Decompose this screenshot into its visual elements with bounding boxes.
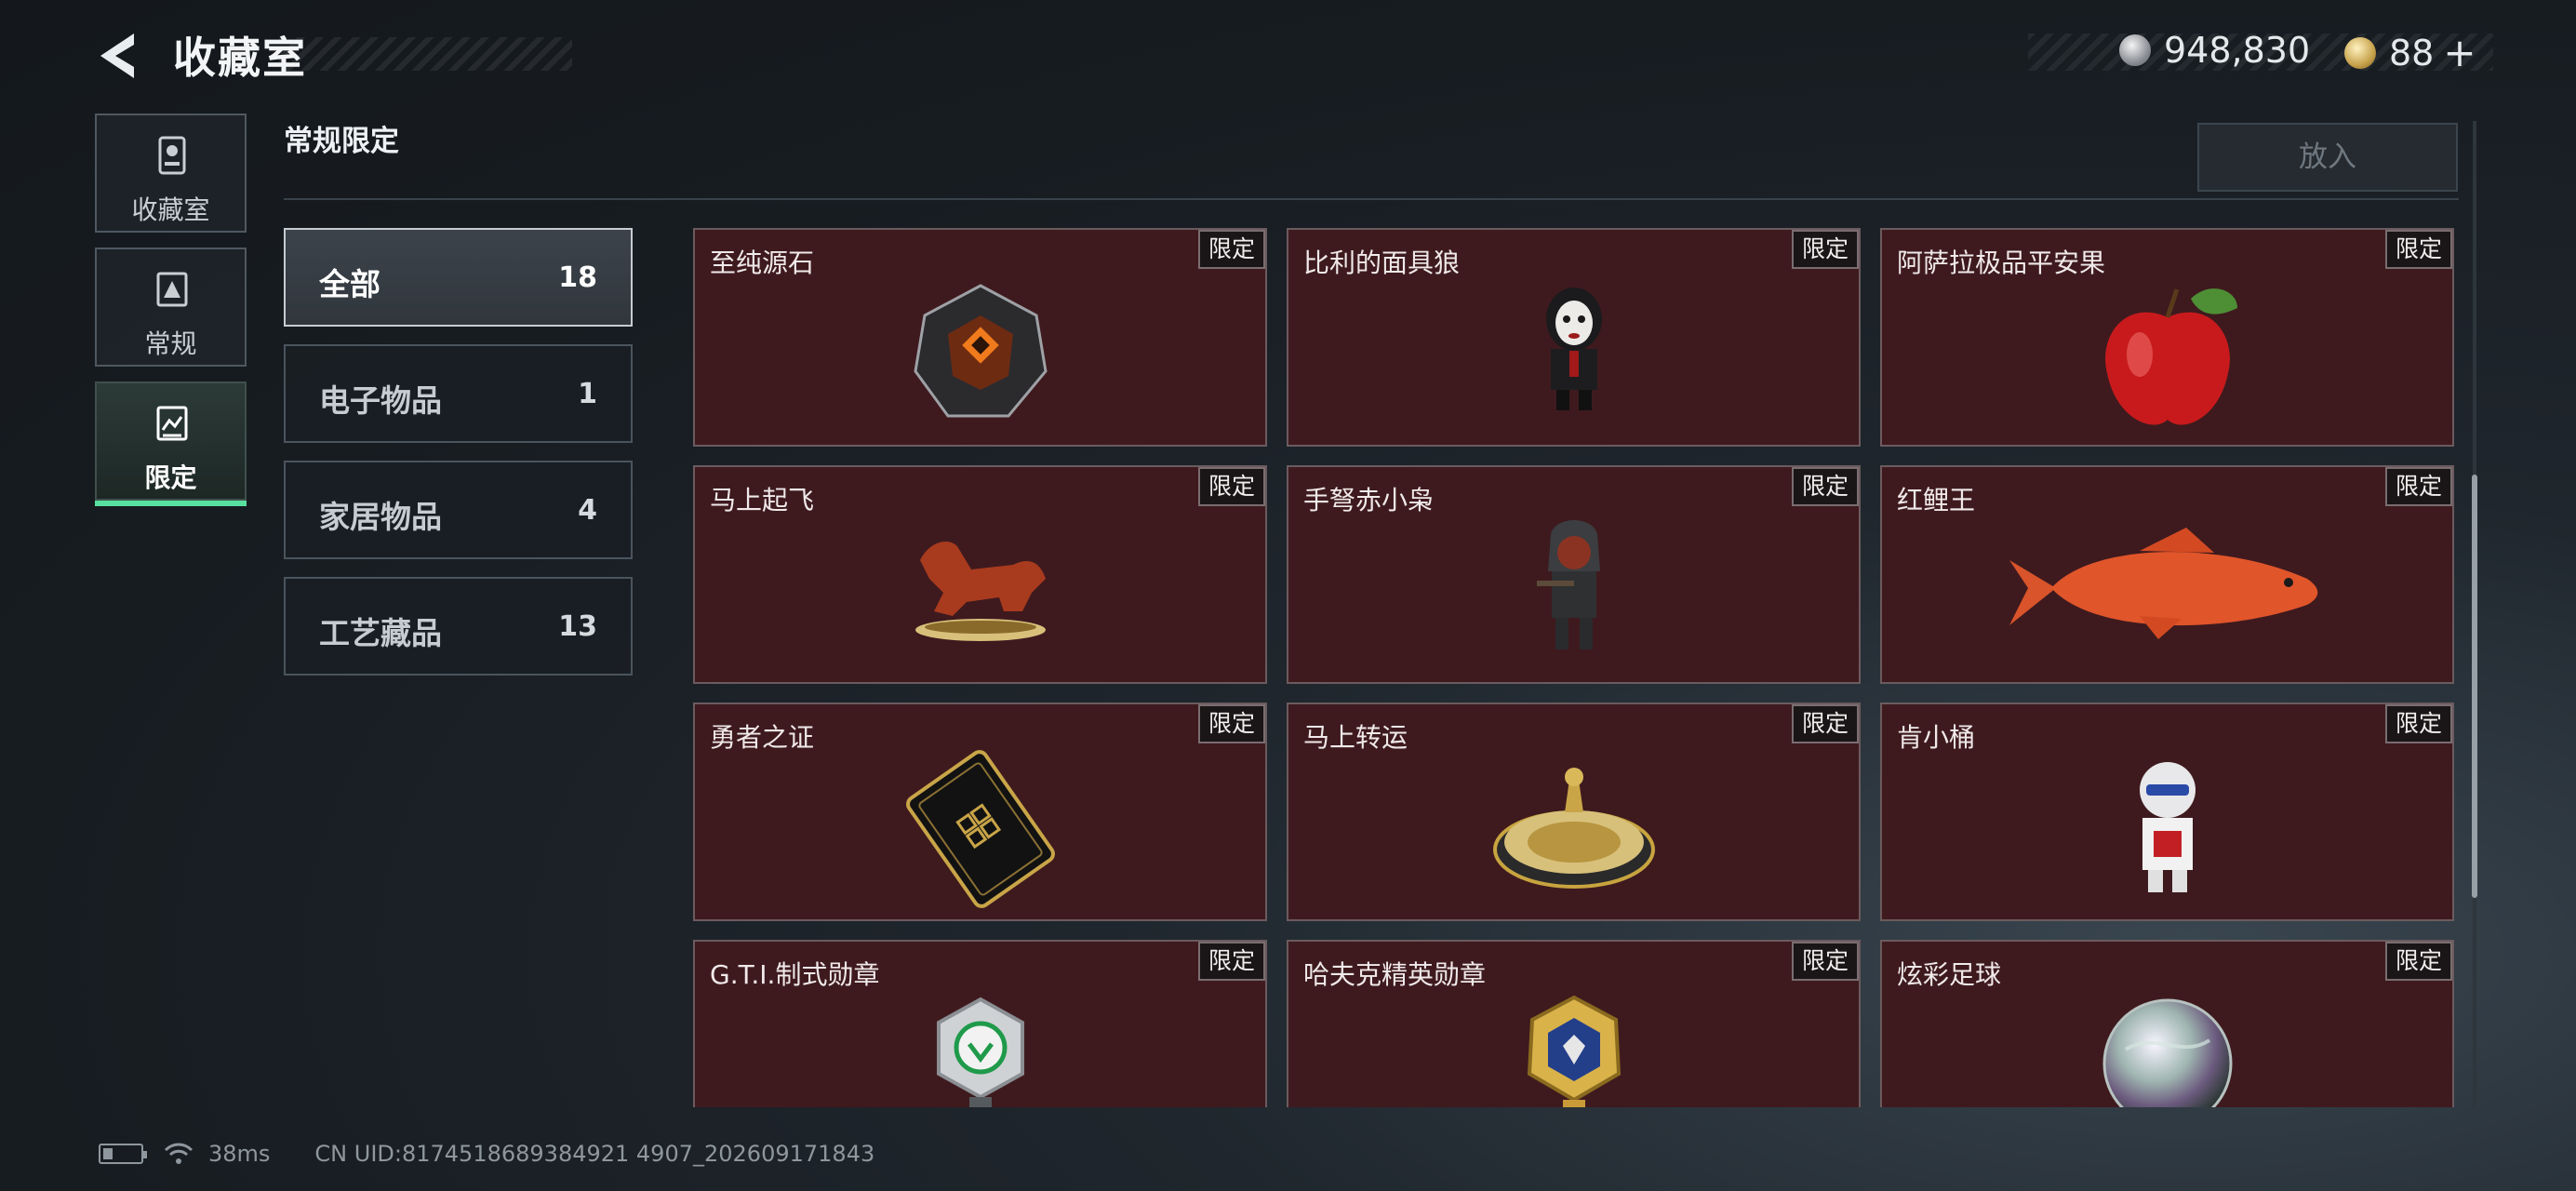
page-title: 收藏室 [173, 33, 307, 83]
category-count: 4 [578, 494, 597, 527]
nav-label: 常规 [144, 328, 197, 359]
limited-badge: 限定 [2385, 230, 2452, 269]
item-name: 马上起飞 [710, 485, 815, 515]
scrollbar-thumb[interactable] [2472, 475, 2477, 898]
item-name: 肯小桶 [1897, 722, 1976, 753]
item-name: 哈夫克精英勋章 [1303, 959, 1487, 990]
silver-amount: 948,830 [2164, 30, 2311, 71]
item-name: 红鲤王 [1897, 485, 1976, 515]
item-name: G.T.I.制式勋章 [710, 959, 880, 990]
item-card[interactable]: 手弩赤小枭 限定 [1287, 465, 1861, 684]
apple-icon [2104, 288, 2237, 425]
item-name: 至纯源石 [710, 248, 815, 278]
category-label: 家居物品 [319, 499, 442, 535]
item-card[interactable]: 勇者之证 限定 [693, 703, 1267, 921]
item-name: 比利的面具狼 [1303, 248, 1461, 278]
limited-badge: 限定 [1792, 230, 1859, 269]
item-card[interactable]: 至纯源石 限定 [693, 228, 1267, 447]
add-gold-button[interactable]: + [2443, 30, 2476, 75]
iridescent-ball-icon [2102, 998, 2232, 1107]
medal-silver-icon [936, 997, 1024, 1107]
medal-gold-icon [1527, 995, 1621, 1107]
nav-item-regular[interactable]: 常规 [95, 248, 247, 367]
item-card[interactable]: 炫彩足球 限定 [1880, 940, 2454, 1107]
gold-amount: 88 [2389, 32, 2435, 74]
back-button[interactable] [93, 28, 149, 84]
wifi-icon [164, 1143, 194, 1164]
category-electronics[interactable]: 电子物品 1 [284, 344, 633, 443]
nav-item-limited[interactable]: 限定 [95, 381, 247, 506]
section-title: 常规限定 [284, 125, 399, 158]
item-card[interactable]: 阿萨拉极品平安果 限定 [1880, 228, 2454, 447]
item-name: 勇者之证 [710, 722, 815, 753]
puppet-figure-icon [1545, 287, 1602, 410]
silver-currency: 948,830 [2119, 30, 2310, 71]
put-in-button[interactable]: 放入 [2197, 123, 2458, 192]
item-card[interactable]: 哈夫克精英勋章 限定 [1287, 940, 1861, 1107]
user-uid: CN UID:8174518689384921 4907_20260917184… [314, 1141, 875, 1167]
item-card[interactable]: 马上转运 限定 [1287, 703, 1861, 921]
category-label: 工艺藏品 [319, 615, 442, 651]
item-card[interactable]: 红鲤王 限定 [1880, 465, 2454, 684]
card-icon [905, 749, 1055, 908]
item-card[interactable]: G.T.I.制式勋章 限定 [693, 940, 1267, 1107]
limited-badge: 限定 [1198, 230, 1265, 269]
category-label: 全部 [319, 266, 380, 302]
limited-badge: 限定 [1792, 704, 1859, 743]
nav-label: 限定 [144, 462, 197, 493]
horse-statue-icon [914, 541, 1046, 641]
divider [284, 198, 2459, 200]
item-name: 手弩赤小枭 [1303, 485, 1435, 515]
limited-icon [156, 406, 188, 441]
title-stripe-decoration [279, 37, 572, 71]
category-count: 13 [558, 610, 597, 643]
carp-icon [2009, 527, 2317, 639]
ping-value: 38ms [208, 1141, 271, 1167]
back-arrow-icon [100, 33, 134, 78]
category-household[interactable]: 家居物品 4 [284, 461, 633, 559]
battery-icon [99, 1144, 147, 1164]
category-count: 18 [558, 261, 597, 294]
item-name: 马上转运 [1303, 722, 1408, 753]
limited-badge: 限定 [1792, 467, 1859, 506]
regular-icon [156, 272, 188, 307]
category-label: 电子物品 [319, 382, 442, 419]
collection-room-icon [158, 136, 186, 175]
limited-badge: 限定 [2385, 467, 2452, 506]
limited-badge: 限定 [2385, 704, 2452, 743]
fortune-wheel-icon [1492, 767, 1655, 889]
item-name: 阿萨拉极品平安果 [1897, 248, 2106, 278]
limited-badge: 限定 [2385, 942, 2452, 981]
item-card[interactable]: 肯小桶 限定 [1880, 703, 2454, 921]
status-footer: 38ms CN UID:8174518689384921 4907_202609… [99, 1141, 874, 1167]
category-count: 1 [578, 378, 597, 410]
item-card[interactable]: 比利的面具狼 限定 [1287, 228, 1861, 447]
category-crafts[interactable]: 工艺藏品 13 [284, 577, 633, 676]
item-name: 炫彩足球 [1897, 959, 2002, 990]
mascot-figure-icon [2139, 761, 2196, 892]
gold-currency[interactable]: 88 + [2344, 30, 2476, 75]
category-all[interactable]: 全部 18 [284, 228, 633, 327]
limited-badge: 限定 [1198, 467, 1265, 506]
top-bar: 收藏室 948,830 88 + [0, 0, 2576, 102]
item-grid[interactable]: 至纯源石 限定 比利的面具狼 限定 阿萨拉极品平安果 限定 马上起飞 限定 手弩… [693, 228, 2461, 1107]
item-card[interactable]: 马上起飞 限定 [693, 465, 1267, 684]
silver-coin-icon [2119, 34, 2151, 66]
gold-coin-icon [2344, 36, 2376, 69]
nav-label: 收藏室 [131, 194, 210, 225]
crossbow-figure-icon [1536, 519, 1600, 649]
nav-item-collection-room[interactable]: 收藏室 [95, 114, 247, 233]
limited-badge: 限定 [1198, 942, 1265, 981]
gem-icon [913, 283, 1048, 417]
limited-badge: 限定 [1792, 942, 1859, 981]
limited-badge: 限定 [1198, 704, 1265, 743]
